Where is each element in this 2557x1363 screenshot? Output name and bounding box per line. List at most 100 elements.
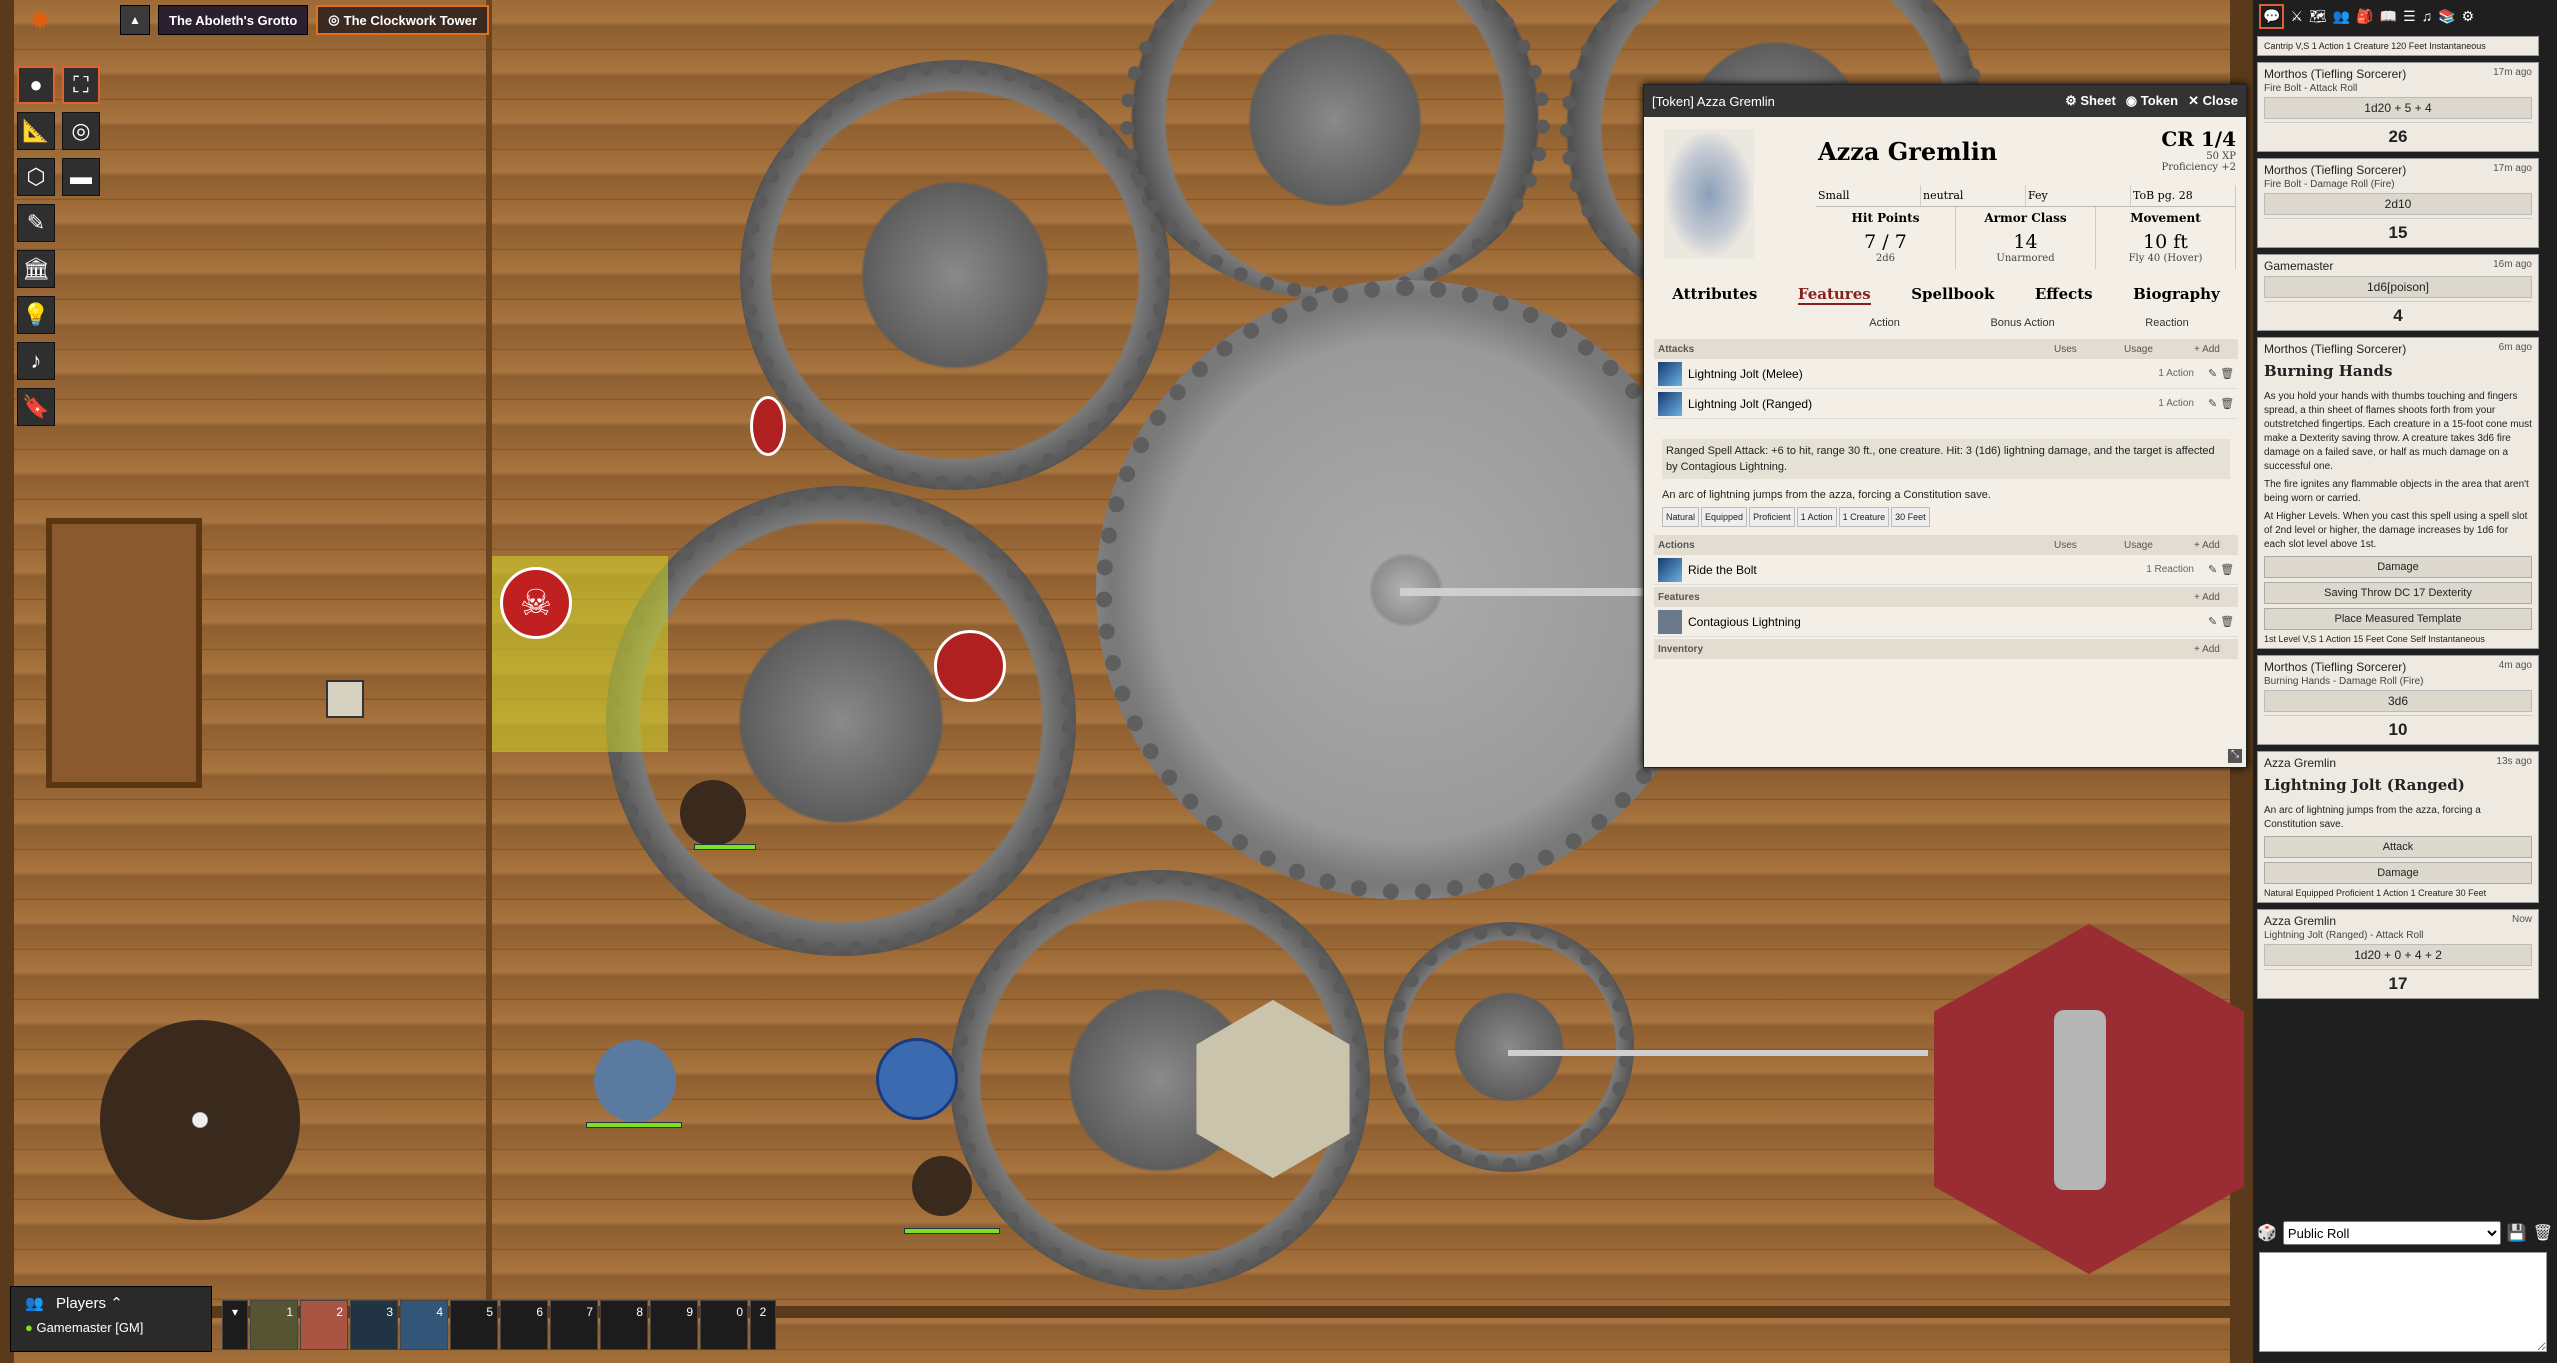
item-row[interactable]: Ride the Bolt 1 Reaction ✎ 🗑 [1654,555,2238,585]
macro-slot[interactable]: 4 [400,1300,448,1350]
target-button[interactable]: ◎ [62,112,100,150]
scenes-tab-icon[interactable]: 🗺 [2309,8,2327,25]
trash-icon[interactable]: 🗑 [2533,1223,2553,1243]
roll-total[interactable]: 10 [2264,715,2532,740]
roll-total[interactable]: 17 [2264,969,2532,994]
item-row[interactable]: Contagious Lightning ✎ 🗑 [1654,607,2238,637]
roll-formula[interactable]: 1d6[poison] [2264,276,2532,298]
sheet-button[interactable]: ⚙ Sheet [2065,93,2116,109]
save-icon[interactable]: 💾 [2507,1223,2527,1243]
alignment-tag[interactable]: neutral [1921,185,2026,206]
add-feature-button[interactable]: + Add [2194,592,2220,603]
scene-tab-clockwork[interactable]: ◎ The Clockwork Tower [316,5,490,35]
attack-button[interactable]: Attack [2264,836,2532,858]
close-button[interactable]: ✕ Close [2188,93,2238,109]
source-tag[interactable]: ToB pg. 28 [2131,185,2236,206]
roll-total[interactable]: 26 [2264,122,2532,147]
journal-tab-icon[interactable]: 📖 [2380,8,2397,25]
compendium-tab-icon[interactable]: 📚 [2438,8,2455,25]
nav-toggle-button[interactable]: ▲ [120,5,150,35]
enemy-token[interactable] [750,396,786,456]
macro-slot[interactable]: 5 [450,1300,498,1350]
tab-features[interactable]: Features [1797,285,1871,305]
edit-delete-icons[interactable]: ✎ 🗑 [2208,367,2238,380]
damage-button[interactable]: Damage [2264,556,2532,578]
tables-tab-icon[interactable]: ☰ [2403,8,2416,25]
roll-total[interactable]: 4 [2264,301,2532,326]
walls-button[interactable]: 🏛 [17,250,55,288]
macro-slot[interactable]: 3 [350,1300,398,1350]
macro-slot[interactable]: 8 [600,1300,648,1350]
creature-token[interactable] [912,1156,972,1216]
player-token[interactable] [594,1040,676,1122]
macro-slot[interactable]: 9 [650,1300,698,1350]
measure-button[interactable]: 📐 [17,112,55,150]
chat-message-input[interactable] [2259,1252,2547,1352]
sounds-button[interactable]: ♪ [17,342,55,380]
tab-effects[interactable]: Effects [2035,285,2093,305]
damage-button[interactable]: Damage [2264,862,2532,884]
players-panel[interactable]: 👥 Players ⌃ ● Gamemaster [GM] [10,1286,212,1352]
tiles-button[interactable]: ⬡ [17,158,55,196]
select-tool-button[interactable]: ⛶ [62,66,100,104]
token-controls-button[interactable]: ● [17,66,55,104]
item-row[interactable]: Lightning Jolt (Ranged) 1 Action ✎ 🗑 [1654,389,2238,419]
item-name[interactable]: Lightning Jolt (Ranged) [1688,397,2124,411]
scene-tab-aboleth[interactable]: The Aboleth's Grotto [158,5,309,35]
item-name[interactable]: Ride the Bolt [1688,563,2124,577]
dice-icon[interactable]: 🎲 [2257,1223,2277,1243]
add-item-button[interactable]: + Add [2194,644,2220,655]
roll-mode-select[interactable]: Public Roll [2282,1221,2501,1245]
macro-slot[interactable]: 2 [300,1300,348,1350]
creature-token[interactable] [680,780,746,846]
size-tag[interactable]: Small [1816,185,1921,206]
roll-formula[interactable]: 3d6 [2264,690,2532,712]
tab-biography[interactable]: Biography [2133,285,2220,305]
ruler-tool-button[interactable]: ▬ [62,158,100,196]
resize-handle[interactable]: ⤡ [2228,749,2242,763]
items-tab-icon[interactable]: 🎒 [2356,8,2373,25]
tab-spellbook[interactable]: Spellbook [1911,285,1994,305]
combat-tab-icon[interactable]: ⚔ [2290,8,2303,25]
item-name[interactable]: Contagious Lightning [1688,615,2208,629]
roll-total[interactable]: 15 [2264,218,2532,243]
notes-button[interactable]: 🔖 [17,388,55,426]
item-row[interactable]: Lightning Jolt (Melee) 1 Action ✎ 🗑 [1654,359,2238,389]
azza-gremlin-token[interactable] [876,1038,958,1120]
roll-formula[interactable]: 2d10 [2264,193,2532,215]
tab-attributes[interactable]: Attributes [1672,285,1757,305]
macro-slot[interactable]: 1 [250,1300,298,1350]
enemy-token[interactable] [934,630,1006,702]
settings-tab-icon[interactable]: ⚙ [2462,8,2475,25]
roll-formula[interactable]: 1d20 + 5 + 4 [2264,97,2532,119]
hotbar-menu-button[interactable]: ▾ [222,1300,248,1350]
edit-delete-icons[interactable]: ✎ 🗑 [2208,615,2238,628]
place-template-button[interactable]: Place Measured Template [2264,608,2532,630]
chat-log[interactable]: Cantrip V,S 1 Action 1 Creature 120 Feet… [2257,36,2539,1216]
actor-sheet-window[interactable]: [Token] Azza Gremlin ⚙ Sheet ◉ Token ✕ C… [1643,84,2247,768]
hotbar-page-control[interactable]: 2 [750,1300,776,1350]
skull-token[interactable]: ☠ [500,567,572,639]
token-button[interactable]: ◉ Token [2126,93,2178,109]
chat-tab-icon[interactable]: 💬 [2259,3,2285,29]
hp-max[interactable]: 7 [1895,231,1907,253]
edit-delete-icons[interactable]: ✎ 🗑 [2208,563,2238,576]
foundry-logo-icon[interactable]: ✹ [16,1,64,39]
add-attack-button[interactable]: + Add [2194,344,2220,355]
playlists-tab-icon[interactable]: ♫ [2422,8,2433,24]
players-header[interactable]: 👥 Players ⌃ [11,1287,211,1312]
macro-slot[interactable]: 0 [700,1300,748,1350]
hp-current[interactable]: 7 [1864,231,1876,253]
actors-tab-icon[interactable]: 👥 [2333,8,2350,25]
macro-slot[interactable]: 7 [550,1300,598,1350]
macro-slot[interactable]: 6 [500,1300,548,1350]
drawing-button[interactable]: ✎ [17,204,55,242]
book-tile[interactable] [326,680,364,718]
actor-name[interactable]: Azza Gremlin [1818,137,1997,166]
actor-portrait[interactable] [1664,129,1754,259]
edit-delete-icons[interactable]: ✎ 🗑 [2208,397,2238,410]
item-name[interactable]: Lightning Jolt (Melee) [1688,367,2124,381]
lighting-button[interactable]: 💡 [17,296,55,334]
add-action-button[interactable]: + Add [2194,540,2220,551]
type-tag[interactable]: Fey [2026,185,2131,206]
